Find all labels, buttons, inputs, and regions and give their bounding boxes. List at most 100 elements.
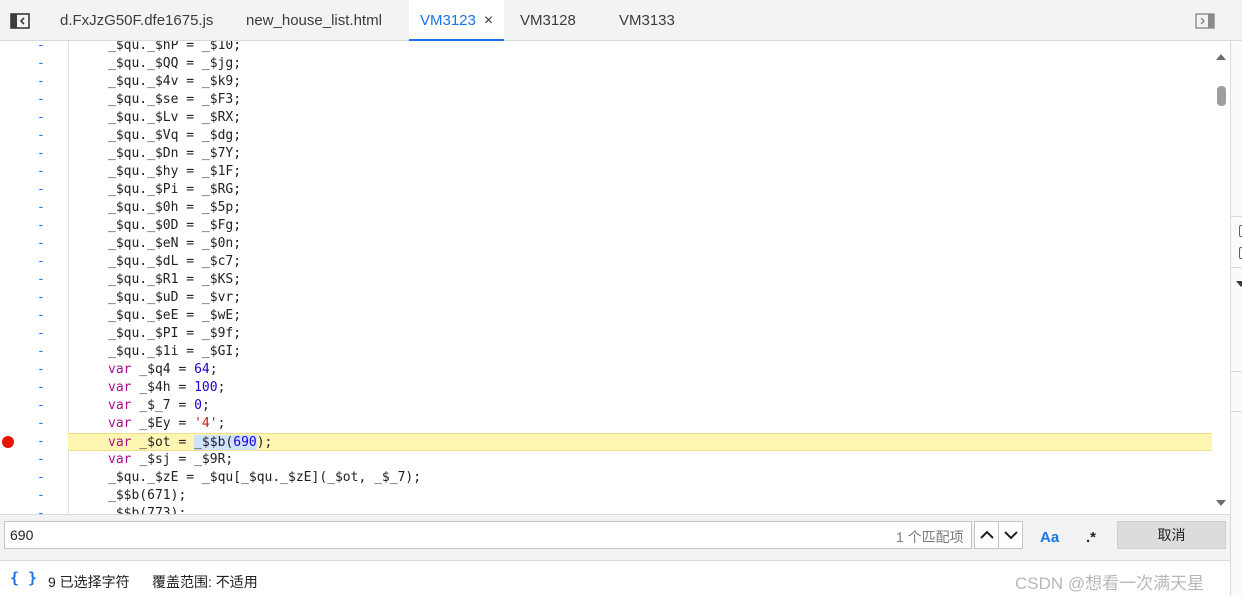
code-text: _$qu._$uD = _$vr; xyxy=(108,289,241,307)
tab-d-fxjzg50f-js[interactable]: d.FxJzG50F.dfe1675.js xyxy=(60,0,213,41)
code-line[interactable]: var _$4h = 100; xyxy=(0,379,1212,397)
editor-scrollbar[interactable] xyxy=(1213,41,1230,514)
cancel-button[interactable]: 取消 xyxy=(1117,521,1226,549)
code-token: _$sj = xyxy=(131,452,195,467)
code-line[interactable]: _$qu._$se = _$F3; xyxy=(0,91,1212,109)
chevron-down-icon xyxy=(1003,531,1018,540)
code-token: _$qu._$uD = _$vr; xyxy=(108,290,242,305)
code-line[interactable]: _$qu._$Lv = _$RX; xyxy=(0,109,1212,127)
code-text: _$qu._$hy = _$1F; xyxy=(108,163,241,181)
code-text: _$qu._$0h = _$5p; xyxy=(108,199,241,217)
code-token: _$qu._$1i = _$GI; xyxy=(108,344,242,359)
code-line[interactable]: _$qu._$uD = _$vr; xyxy=(0,289,1212,307)
code-text: _$qu._$QQ = _$jg; xyxy=(108,55,241,73)
code-line[interactable]: var _$Ey = '4'; xyxy=(0,415,1212,433)
code-text: var _$sj = _$9R; xyxy=(108,451,233,469)
code-text: _$qu._$1i = _$GI; xyxy=(108,343,241,361)
call-token: _$$b( xyxy=(194,435,234,450)
code-line[interactable]: _$qu._$Pi = _$RG; xyxy=(0,181,1212,199)
code-token: _$qu._$Lv = _$RX; xyxy=(108,110,242,125)
code-line[interactable]: _$qu._$0h = _$5p; xyxy=(0,199,1212,217)
gutter-marker[interactable]: - xyxy=(37,433,47,451)
code-text: _$qu._$zE = _$qu[_$qu._$zE](_$ot, _$_7); xyxy=(108,469,421,487)
tab-vm3133[interactable]: VM3133 xyxy=(619,0,675,41)
close-tab-icon[interactable]: × xyxy=(484,0,493,41)
code-line[interactable]: _$qu._$QQ = _$jg; xyxy=(0,55,1212,73)
code-line[interactable]: _$qu._$dL = _$c7; xyxy=(0,253,1212,271)
number-token: 100 xyxy=(194,380,218,395)
code-line[interactable]: _$$b(671); xyxy=(0,487,1212,505)
code-text: var _$4h = 100; xyxy=(108,379,225,397)
tab-label: new_house_list.html xyxy=(246,12,382,29)
regex-button[interactable]: .* xyxy=(1086,529,1096,546)
code-token: _$qu._$QQ = _$jg; xyxy=(108,56,242,71)
expand-triangle-icon[interactable] xyxy=(1236,281,1242,287)
scroll-down-arrow-icon[interactable] xyxy=(1215,494,1227,506)
code-line[interactable]: _$qu._$eN = _$0n; xyxy=(0,235,1212,253)
code-line[interactable]: _$qu._$R1 = _$KS; xyxy=(0,271,1212,289)
code-line[interactable]: _$qu._$Vq = _$dg; xyxy=(0,127,1212,145)
code-token: _$qu._$Vq = _$dg; xyxy=(108,128,242,143)
code-text: _$qu._$Pi = _$RG; xyxy=(108,181,241,199)
code-line[interactable]: _$qu._$hy = _$1F; xyxy=(0,163,1212,181)
code-token: _$qu._$dL = _$c7; xyxy=(108,254,242,269)
code-token: _$qu._$PI = _$9f; xyxy=(108,326,242,341)
code-text: _$qu._$Lv = _$RX; xyxy=(108,109,241,127)
number-token: 64 xyxy=(194,362,210,377)
code-token: _$qu._$Pi = _$RG; xyxy=(108,182,242,197)
code-line[interactable]: _$qu._$PI = _$9f; xyxy=(0,325,1212,343)
code-text: _$qu._$hP = _$10; xyxy=(108,41,241,55)
tab-label: VM3133 xyxy=(619,12,675,29)
code-text: _$$b(671); xyxy=(108,487,186,505)
keyword-token: var xyxy=(108,380,132,395)
code-line[interactable]: _$$b(773); xyxy=(0,505,1212,514)
code-token: _$9R; xyxy=(194,452,234,467)
toggle-debugger-icon[interactable] xyxy=(1193,9,1217,33)
code-text: _$qu._$0D = _$Fg; xyxy=(108,217,241,235)
scroll-thumb[interactable] xyxy=(1217,86,1226,106)
chevron-up-icon xyxy=(979,530,994,539)
punctuation-token: ); xyxy=(256,435,273,450)
code-line[interactable]: var _$q4 = 64; xyxy=(0,361,1212,379)
code-line[interactable]: _$qu._$eE = _$wE; xyxy=(0,307,1212,325)
tab-vm3128[interactable]: VM3128 xyxy=(520,0,576,41)
code-text: _$qu._$Dn = _$7Y; xyxy=(108,145,241,163)
next-match-button[interactable] xyxy=(998,521,1023,549)
code-text: _$qu._$4v = _$k9; xyxy=(108,73,241,91)
code-line[interactable]: _$qu._$zE = _$qu[_$qu._$zE](_$ot, _$_7); xyxy=(0,469,1212,487)
search-input[interactable] xyxy=(4,521,972,549)
divider xyxy=(1231,371,1242,372)
code-line[interactable]: var _$sj = _$9R; xyxy=(0,451,1212,469)
punctuation-token: ; xyxy=(217,416,226,431)
code-line[interactable]: _$qu._$4v = _$k9; xyxy=(0,73,1212,91)
toggle-navigator-icon[interactable] xyxy=(6,8,34,34)
scroll-up-arrow-icon[interactable] xyxy=(1215,48,1227,60)
match-case-button[interactable]: Aa xyxy=(1040,529,1059,546)
code-text: _$qu._$eN = _$0n; xyxy=(108,235,241,253)
code-token: _$qu._$hy = _$1F; xyxy=(108,164,242,179)
pretty-print-button[interactable]: { } xyxy=(10,569,37,587)
breakpoint-icon[interactable] xyxy=(2,436,14,448)
code-line[interactable]: _$qu._$Dn = _$7Y; xyxy=(0,145,1212,163)
code-line[interactable]: var _$ot = _$$b(690); xyxy=(68,433,1212,451)
keyword-token: var xyxy=(108,362,132,377)
tab-new-house-list-html[interactable]: new_house_list.html xyxy=(246,0,382,41)
code-token: _$qu._$4v = _$k9; xyxy=(108,74,242,89)
code-token: _$qu._$eN = _$0n; xyxy=(108,236,242,251)
match-count: 1 个匹配项 xyxy=(896,529,964,545)
code-line[interactable]: _$qu._$1i = _$GI; xyxy=(0,343,1212,361)
code-line[interactable]: _$qu._$hP = _$10; xyxy=(0,41,1212,55)
tab-vm3123[interactable]: VM3123 × xyxy=(409,0,505,41)
keyword-token: var xyxy=(108,398,132,413)
keyword-token: var xyxy=(108,416,132,431)
code-text: _$qu._$R1 = _$KS; xyxy=(108,271,241,289)
search-bar: 1 个匹配项 Aa .* 取消 xyxy=(0,514,1230,560)
tab-label: VM3128 xyxy=(520,12,576,29)
code-token: _$qu._$eE = _$wE; xyxy=(108,308,242,323)
code-text: var _$Ey = '4'; xyxy=(108,415,225,433)
code-token: _$$b(773); xyxy=(108,506,187,514)
code-line[interactable]: var _$_7 = 0; xyxy=(0,397,1212,415)
previous-match-button[interactable] xyxy=(974,521,999,549)
code-editor[interactable]: - _$qu._$hP = _$10; - _$qu._$QQ = _$jg; - _$q… xyxy=(0,41,1230,514)
code-line[interactable]: _$qu._$0D = _$Fg; xyxy=(0,217,1212,235)
